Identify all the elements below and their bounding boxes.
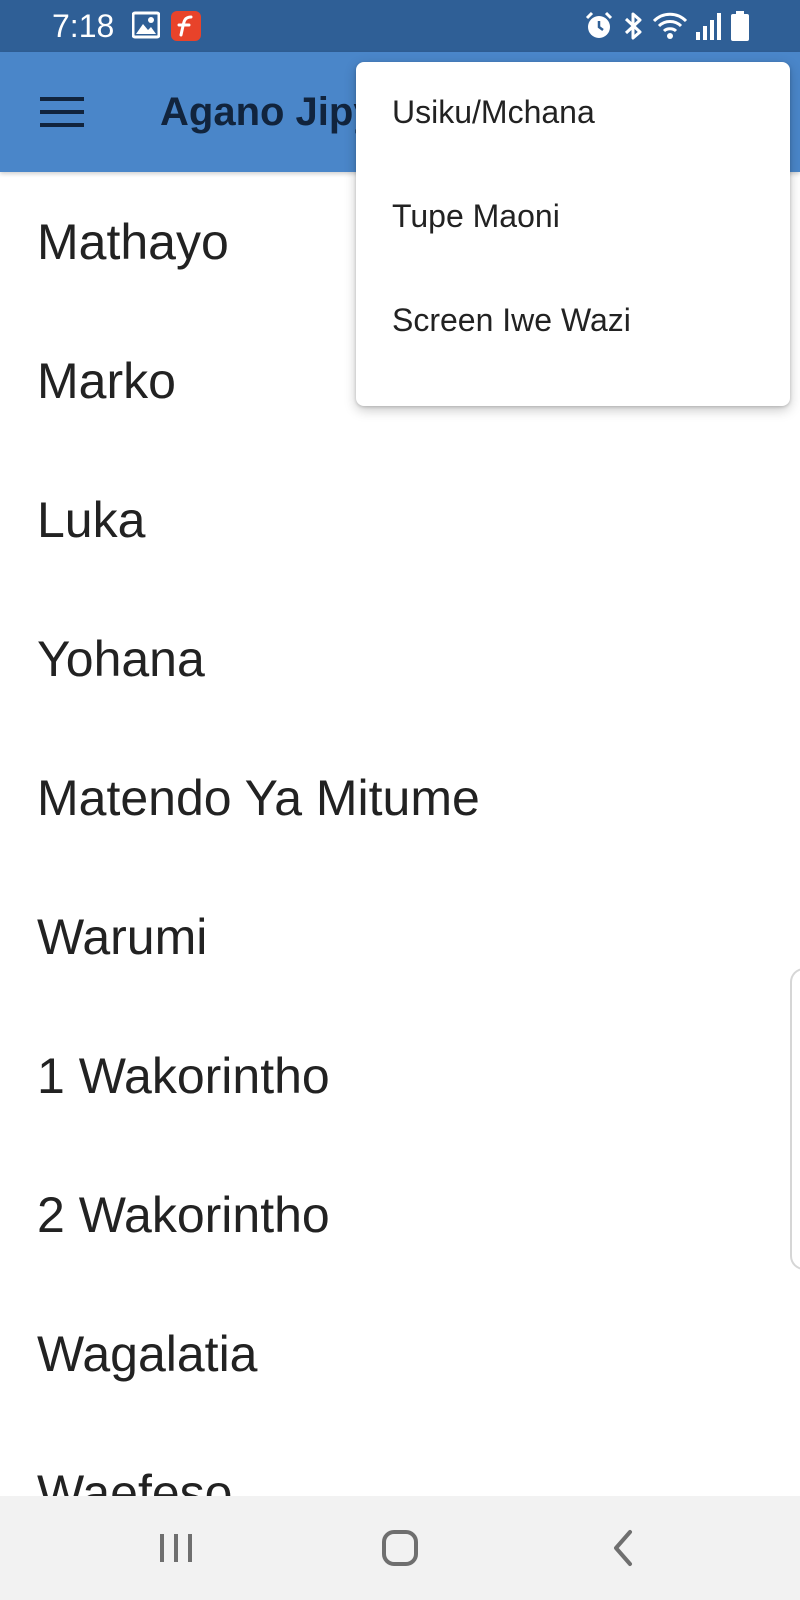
book-item-yohana[interactable]: Yohana (0, 589, 800, 728)
home-button[interactable] (370, 1518, 430, 1578)
alarm-icon (585, 11, 613, 38)
menu-item-tupe-maoni[interactable]: Tupe Maoni (356, 166, 790, 270)
home-icon (382, 1530, 418, 1566)
menu-item-usiku-mchana[interactable]: Usiku/Mchana (356, 62, 790, 166)
book-item-label: Luka (37, 492, 146, 548)
book-item-wagalatia[interactable]: Wagalatia (0, 1284, 800, 1423)
book-item-label: 2 Wakorintho (37, 1187, 330, 1243)
screen: 7:18 Agano Jipya Mathayo Marko Luka Yoha… (0, 0, 800, 1600)
book-item-waefeso[interactable]: Waefeso (0, 1423, 800, 1496)
hamburger-menu-button[interactable] (30, 82, 94, 142)
status-time: 7:18 (52, 8, 115, 44)
status-bar: 7:18 (0, 0, 800, 52)
book-item-matendo-ya-mitume[interactable]: Matendo Ya Mitume (0, 728, 800, 867)
book-item-label: Matendo Ya Mitume (37, 770, 480, 826)
battery-icon (731, 11, 749, 41)
book-item-warumi[interactable]: Warumi (0, 867, 800, 1006)
status-left-icons (132, 10, 212, 42)
book-item-1-wakorintho[interactable]: 1 Wakorintho (0, 1006, 800, 1145)
signal-icon (696, 13, 721, 40)
back-button[interactable] (594, 1518, 654, 1578)
menu-item-screen-iwe-wazi[interactable]: Screen Iwe Wazi (356, 270, 790, 374)
menu-item-label: Screen Iwe Wazi (392, 302, 631, 338)
book-item-2-wakorintho[interactable]: 2 Wakorintho (0, 1145, 800, 1284)
book-item-label: Waefeso (37, 1465, 233, 1496)
wifi-icon (652, 12, 688, 39)
book-item-label: Warumi (37, 909, 208, 965)
menu-item-label: Tupe Maoni (392, 198, 560, 234)
navigation-bar (0, 1496, 800, 1600)
overflow-menu: Usiku/Mchana Tupe Maoni Screen Iwe Wazi (356, 62, 790, 406)
book-item-label: Marko (37, 353, 176, 409)
flash-app-icon (171, 11, 201, 41)
gallery-icon (132, 11, 160, 39)
bluetooth-icon (624, 12, 642, 40)
back-icon (614, 1530, 632, 1566)
book-item-label: Yohana (37, 631, 205, 687)
book-item-luka[interactable]: Luka (0, 450, 800, 589)
recent-apps-button[interactable] (146, 1518, 206, 1578)
hamburger-menu-icon (40, 97, 84, 127)
book-item-label: Mathayo (37, 214, 229, 270)
recent-apps-icon (160, 1534, 192, 1562)
book-item-label: 1 Wakorintho (37, 1048, 330, 1104)
edge-panel-handle[interactable] (790, 968, 800, 1270)
book-item-label: Wagalatia (37, 1326, 258, 1382)
status-right-icons (578, 10, 750, 42)
menu-item-label: Usiku/Mchana (392, 94, 595, 130)
